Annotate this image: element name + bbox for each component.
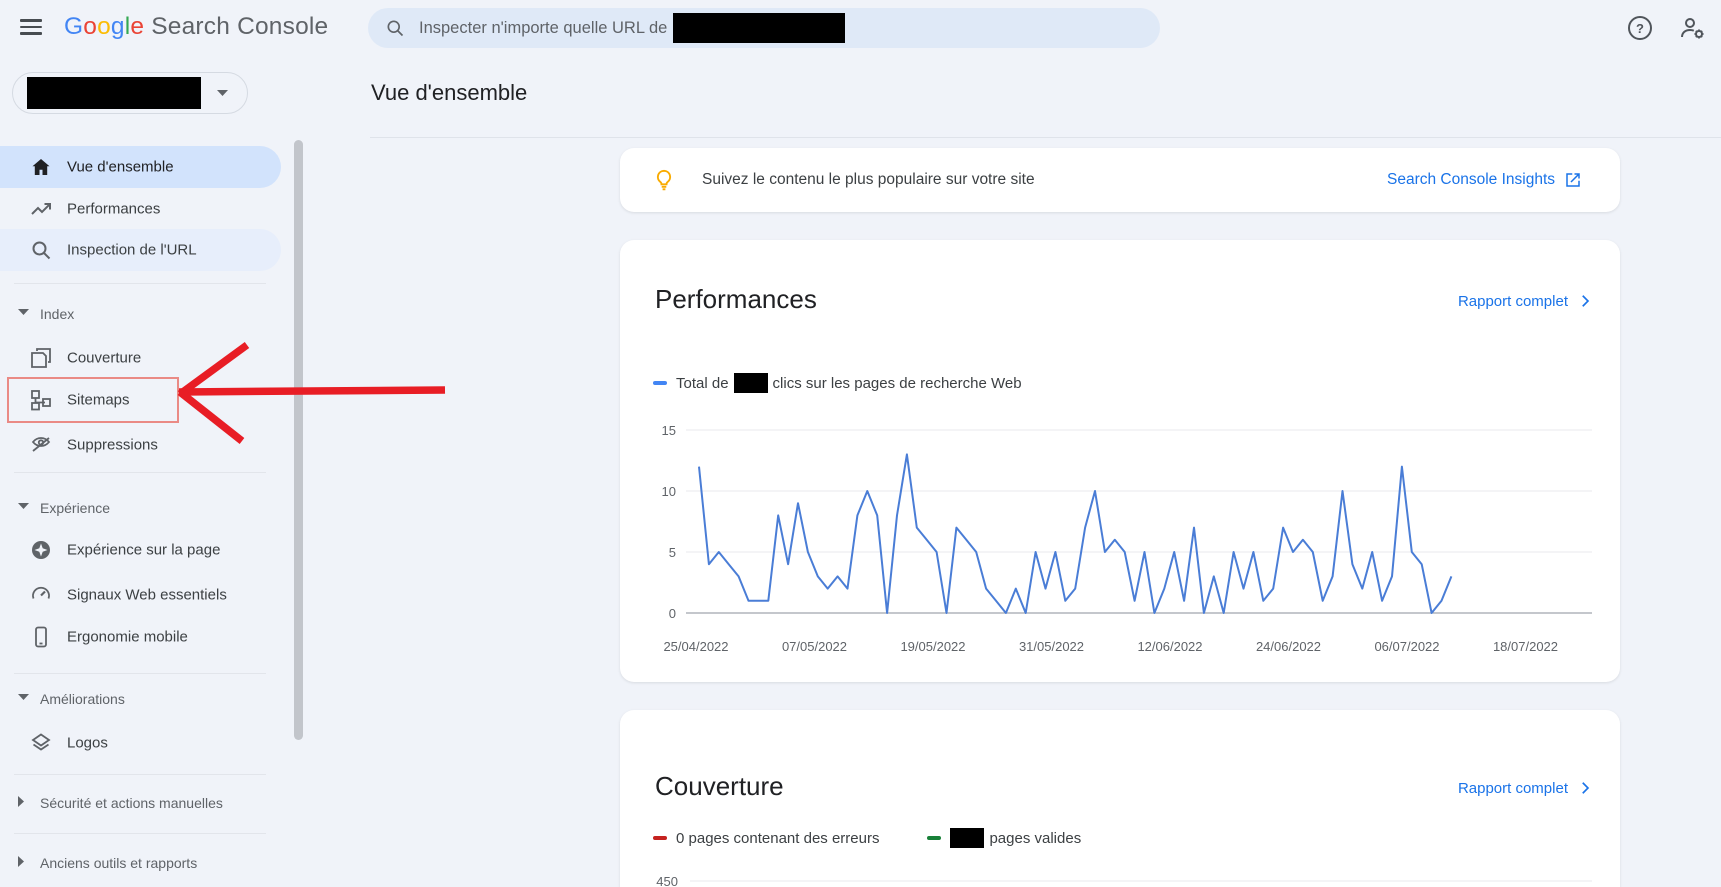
sidebar-item-sitemaps[interactable]: Sitemaps — [0, 379, 281, 421]
svg-text:0: 0 — [669, 606, 676, 621]
svg-text:?: ? — [1636, 21, 1644, 36]
trending-up-icon — [31, 203, 51, 215]
sidebar-item-experience-page[interactable]: Expérience sur la page — [0, 529, 281, 571]
sidebar-divider — [14, 472, 266, 473]
logo-product-name: Search Console — [151, 13, 329, 40]
search-console-insights-link[interactable]: Search Console Insights — [1387, 171, 1582, 189]
svg-text:12/06/2022: 12/06/2022 — [1137, 639, 1202, 654]
sitemap-tree-icon — [31, 390, 51, 411]
sidebar-item-logos[interactable]: Logos — [0, 722, 281, 764]
page-experience-icon — [32, 541, 50, 559]
google-search-console-app: Google Search Console Inspecter n'importe… — [0, 0, 1721, 887]
title-divider — [370, 137, 1721, 138]
couverture-ytick-450: 450 — [656, 874, 678, 887]
banner-text: Suivez le contenu le plus populaire sur … — [702, 171, 1035, 188]
sidebar-item-vue-densemble[interactable]: Vue d'ensemble — [0, 146, 281, 188]
sidebar-item-signaux-web[interactable]: Signaux Web essentiels — [0, 574, 281, 616]
svg-text:25/04/2022: 25/04/2022 — [663, 639, 728, 654]
google-logo: Google — [64, 13, 145, 40]
eye-off-icon — [31, 437, 51, 452]
speedometer-icon — [32, 586, 50, 599]
hamburger-menu-button[interactable] — [20, 16, 44, 38]
caret-down-icon — [18, 503, 29, 509]
sidebar-divider — [14, 283, 266, 284]
sidebar-item-inspection-url[interactable]: Inspection de l'URL — [0, 229, 281, 271]
search-placeholder: Inspecter n'importe quelle URL de — [419, 18, 668, 37]
url-inspection-search-input[interactable]: Inspecter n'importe quelle URL de — [368, 8, 1160, 48]
caret-down-icon — [18, 309, 29, 315]
svg-text:18/07/2022: 18/07/2022 — [1493, 639, 1558, 654]
chevron-down-icon — [217, 89, 228, 96]
search-icon — [387, 20, 404, 37]
svg-text:19/05/2022: 19/05/2022 — [900, 639, 965, 654]
sidebar-divider — [14, 774, 266, 775]
svg-text:24/06/2022: 24/06/2022 — [1256, 639, 1321, 654]
user-settings-icon[interactable] — [1678, 14, 1706, 42]
svg-text:06/07/2022: 06/07/2022 — [1374, 639, 1439, 654]
sidebar-divider — [14, 833, 266, 834]
couverture-chart-top: 450 — [656, 874, 1592, 887]
sidebar-scrollbar[interactable] — [294, 140, 303, 740]
sidebar-item-ergonomie-mobile[interactable]: Ergonomie mobile — [0, 616, 281, 658]
svg-text:15: 15 — [662, 423, 676, 438]
caret-right-icon — [18, 796, 24, 807]
svg-text:5: 5 — [669, 545, 676, 560]
svg-text:31/05/2022: 31/05/2022 — [1019, 639, 1084, 654]
caret-down-icon — [18, 694, 29, 700]
redacted-site-url — [673, 13, 846, 43]
redacted-property-name — [27, 77, 201, 109]
caret-right-icon — [18, 856, 24, 867]
sidebar-item-performances[interactable]: Performances — [0, 188, 281, 230]
property-selector-dropdown[interactable] — [12, 72, 248, 114]
insights-banner: Suivez le contenu le plus populaire sur … — [620, 148, 1620, 212]
search-icon — [32, 241, 51, 260]
sidebar-item-couverture[interactable]: Couverture — [0, 337, 281, 379]
external-link-icon — [1566, 173, 1580, 187]
sidebar-divider — [14, 673, 266, 674]
page-title: Vue d'ensemble — [371, 80, 528, 105]
smartphone-icon — [35, 626, 47, 648]
pages-copy-icon — [31, 348, 51, 368]
google-search-console-logo: Google Search Console — [64, 13, 328, 41]
performances-line-chart: 15 10 5 0 25/04/2022 07/05/2022 19/05/2022 31/0… — [662, 423, 1592, 654]
performances-card: Performances Rapport complet Total de cl… — [620, 240, 1620, 682]
sidebar-item-suppressions[interactable]: Suppressions — [0, 424, 281, 466]
couverture-card: Couverture Rapport complet 0 pages conte… — [620, 710, 1620, 887]
svg-text:07/05/2022: 07/05/2022 — [782, 639, 847, 654]
home-icon — [32, 159, 50, 175]
lightbulb-icon — [656, 169, 672, 191]
help-icon[interactable]: ? — [1626, 14, 1654, 42]
layers-diamond-icon — [31, 733, 51, 751]
svg-text:10: 10 — [662, 484, 676, 499]
